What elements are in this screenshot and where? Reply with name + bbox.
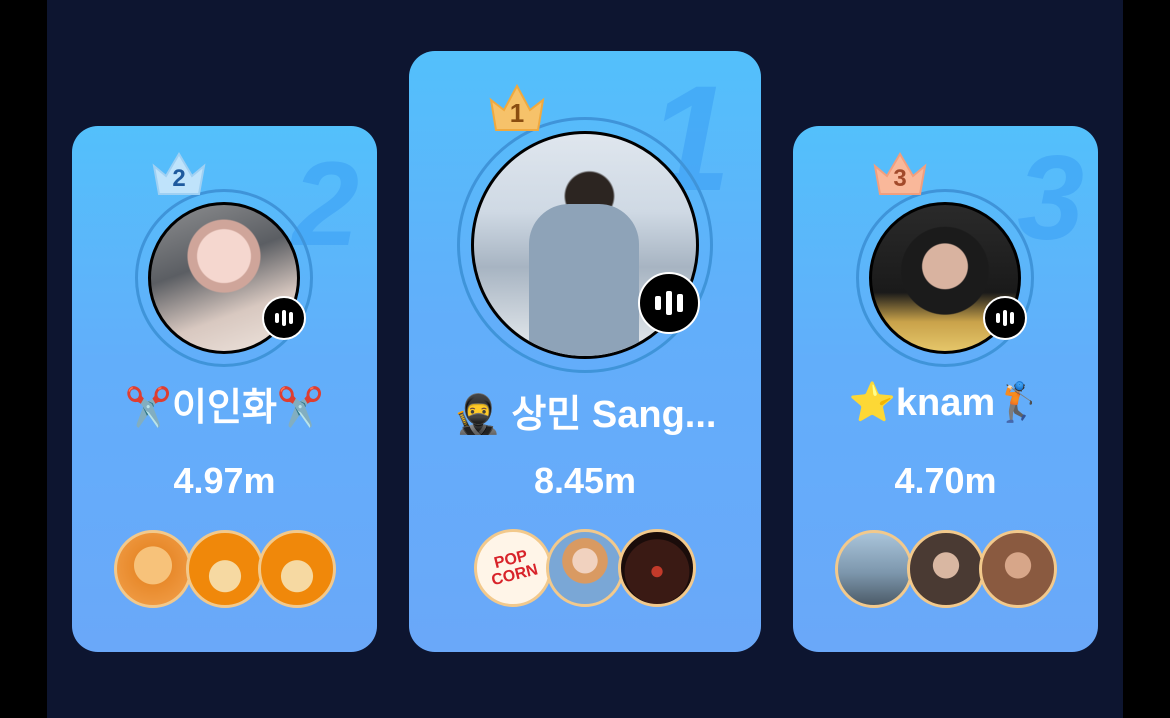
score-value: 4.70m xyxy=(894,460,997,501)
supporter-avatar[interactable] xyxy=(978,530,1057,608)
voice-level-icon xyxy=(638,272,700,334)
voice-level-icon xyxy=(262,296,306,340)
supporter-avatar[interactable] xyxy=(185,530,264,608)
supporter-avatar[interactable] xyxy=(257,530,336,608)
leaderboard-card-rank-1[interactable]: 1 1 🥷 상민 Sang... 8.45m POP CORN xyxy=(409,51,761,652)
leaderboard-card-rank-3[interactable]: 3 3 ⭐knam🏌🏻 4.70m xyxy=(793,126,1098,652)
score-value: 4.97m xyxy=(173,460,276,501)
supporter-avatar[interactable] xyxy=(906,530,985,608)
rank-watermark: 3 xyxy=(1017,131,1084,265)
user-name: 🥷 상민 Sang... xyxy=(453,394,717,436)
rank-number: 1 xyxy=(509,98,525,128)
supporter-avatar[interactable] xyxy=(113,530,192,608)
rank-number: 3 xyxy=(893,165,907,192)
crown-rank-3-icon: 3 xyxy=(871,146,929,198)
score-value: 8.45m xyxy=(533,460,637,501)
rank-number: 2 xyxy=(172,165,186,192)
crown-rank-2-icon: 2 xyxy=(150,146,208,198)
crown-rank-1-icon: 1 xyxy=(487,78,547,134)
popcorn-icon: POP CORN xyxy=(489,547,540,590)
avatar[interactable] xyxy=(135,189,313,367)
top-supporters: POP CORN xyxy=(409,529,761,607)
top-supporters xyxy=(793,530,1098,608)
user-name: ✂️이인화✂️ xyxy=(124,387,325,429)
supporter-avatar[interactable] xyxy=(618,529,696,607)
avatar[interactable] xyxy=(457,117,713,373)
supporter-avatar[interactable] xyxy=(546,529,624,607)
leaderboard-card-rank-2[interactable]: 2 2 ✂️이인화✂️ 4.97m xyxy=(72,126,377,652)
avatar[interactable] xyxy=(856,189,1034,367)
voice-level-icon xyxy=(983,296,1027,340)
user-name: ⭐knam🏌🏻 xyxy=(848,382,1043,424)
top-supporters xyxy=(72,530,377,608)
supporter-avatar[interactable] xyxy=(834,530,913,608)
supporter-avatar[interactable]: POP CORN xyxy=(474,529,552,607)
